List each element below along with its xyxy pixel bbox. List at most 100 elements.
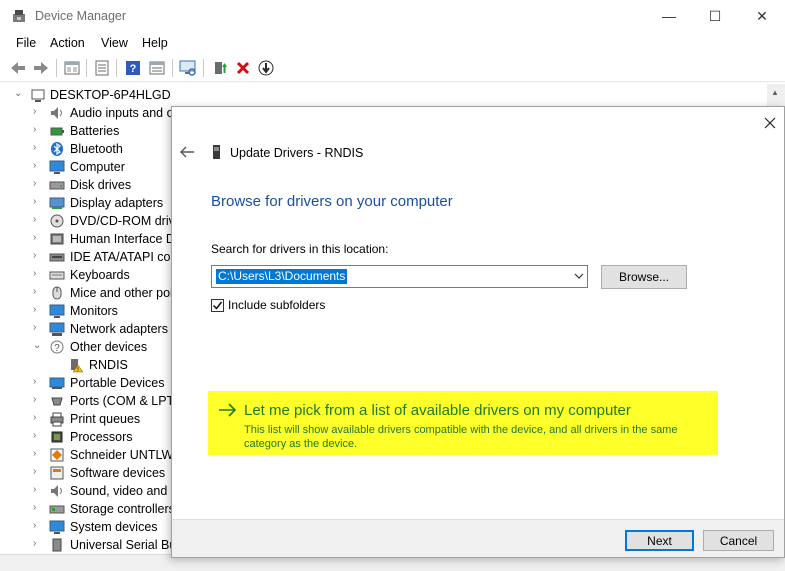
next-button[interactable]: Next [625, 530, 694, 551]
expand-chevron-icon[interactable]: › [33, 413, 43, 423]
tree-item[interactable]: › Processors [0, 428, 180, 446]
collapse-chevron-icon[interactable]: ⌄ [14, 89, 24, 99]
search-location-label: Search for drivers in this location: [211, 242, 389, 256]
tree-item[interactable]: › Mice and other poi [0, 284, 180, 302]
tree-item[interactable]: › Computer [0, 158, 180, 176]
tree-item[interactable]: › IDE ATA/ATAPI con [0, 248, 180, 266]
tree-item[interactable]: › Storage controllers [0, 500, 180, 518]
mouse-icon [52, 286, 62, 300]
tree-item[interactable]: › Network adapters [0, 320, 180, 338]
properties-icon[interactable] [93, 59, 111, 77]
expand-chevron-icon[interactable]: › [33, 449, 43, 459]
forward-icon[interactable] [32, 59, 50, 77]
expand-chevron-icon[interactable]: › [33, 179, 43, 189]
tree-item[interactable]: › Bluetooth [0, 140, 180, 158]
tree-item[interactable]: › System devices [0, 518, 180, 536]
monitor-icon [49, 304, 65, 318]
resources-view-icon[interactable] [148, 59, 166, 77]
printer-icon [50, 412, 64, 427]
device-tree: ⌄ DESKTOP-6P4HLGD › Audio inputs and o ›… [0, 84, 180, 554]
tree-item[interactable]: › Universal Serial Bus [0, 536, 180, 554]
expand-chevron-icon[interactable]: › [33, 503, 43, 513]
tree-item[interactable]: › Audio inputs and o [0, 104, 180, 122]
hid-icon [50, 233, 64, 245]
minimize-button[interactable]: — [646, 0, 692, 32]
expand-chevron-icon[interactable]: › [33, 485, 43, 495]
warning-device-icon: ! [71, 359, 84, 373]
tree-item[interactable]: › Print queues [0, 410, 180, 428]
expand-chevron-icon[interactable]: › [33, 305, 43, 315]
tree-item[interactable]: › Batteries [0, 122, 180, 140]
tree-item[interactable]: › Monitors [0, 302, 180, 320]
expand-chevron-icon[interactable]: › [33, 323, 43, 333]
expand-chevron-icon[interactable]: › [33, 233, 43, 243]
dialog-title: Update Drivers - RNDIS [230, 146, 364, 160]
expand-chevron-icon[interactable]: › [33, 251, 43, 261]
cancel-button[interactable]: Cancel [703, 530, 774, 551]
expand-chevron-icon[interactable]: › [33, 125, 43, 135]
chevron-down-icon[interactable] [574, 271, 584, 281]
expand-chevron-icon[interactable]: › [33, 197, 43, 207]
expand-chevron-icon[interactable]: › [33, 215, 43, 225]
expand-chevron-icon[interactable]: › [33, 269, 43, 279]
network-adapter-icon [49, 322, 65, 336]
driver-path-combobox[interactable]: C:\Users\L3\Documents [211, 265, 588, 288]
speaker-icon [51, 107, 62, 119]
tree-root[interactable]: ⌄ DESKTOP-6P4HLGD [0, 86, 180, 104]
back-arrow-icon[interactable] [178, 144, 196, 160]
scroll-up-arrow-icon[interactable]: ▲ [771, 88, 779, 97]
tree-item[interactable]: › Sound, video and g [0, 482, 180, 500]
tree-item[interactable]: › Disk drives [0, 176, 180, 194]
include-subfolders-checkbox[interactable] [211, 299, 224, 312]
expand-chevron-icon[interactable]: › [33, 161, 43, 171]
expand-chevron-icon[interactable]: › [33, 143, 43, 153]
expand-chevron-icon[interactable]: › [33, 431, 43, 441]
tree-item[interactable]: › Ports (COM & LPT) [0, 392, 180, 410]
tree-item[interactable]: › Portable Devices [0, 374, 180, 392]
menu-view[interactable]: View [101, 36, 128, 50]
expand-chevron-icon[interactable]: › [33, 395, 43, 405]
update-driver-icon[interactable] [211, 59, 229, 77]
pick-driver-option[interactable]: Let me pick from a list of available dri… [208, 391, 718, 455]
menu-help[interactable]: Help [142, 36, 168, 50]
schneider-icon [50, 448, 64, 462]
maximize-button[interactable]: ☐ [692, 0, 738, 32]
expand-chevron-icon[interactable]: › [33, 467, 43, 477]
tree-item[interactable]: › Human Interface D [0, 230, 180, 248]
close-window-button[interactable]: ✕ [739, 0, 785, 32]
tree-item[interactable]: › DVD/CD-ROM drive [0, 212, 180, 230]
back-icon[interactable] [9, 59, 27, 77]
expand-chevron-icon[interactable]: › [33, 539, 43, 549]
scan-hardware-icon[interactable] [179, 59, 197, 77]
close-icon [764, 117, 776, 129]
help-icon[interactable]: ? [124, 59, 142, 77]
enable-device-icon[interactable] [257, 59, 275, 77]
tree-item[interactable]: › Software devices [0, 464, 180, 482]
pick-driver-link[interactable]: Let me pick from a list of available dri… [244, 402, 631, 419]
tree-item[interactable]: › Display adapters [0, 194, 180, 212]
uninstall-device-icon[interactable] [234, 59, 252, 77]
expand-chevron-icon[interactable]: › [33, 107, 43, 117]
expand-chevron-icon[interactable]: › [33, 377, 43, 387]
browse-button[interactable]: Browse... [601, 265, 687, 289]
expand-chevron-icon[interactable]: › [33, 287, 43, 297]
processor-icon [51, 431, 63, 443]
menu-action[interactable]: Action [50, 36, 85, 50]
dialog-close-button[interactable] [760, 113, 780, 133]
dialog-footer: Next Cancel [172, 519, 784, 557]
other-devices-icon: ? [50, 340, 64, 354]
device-view-icon[interactable] [63, 59, 81, 77]
dvd-icon [50, 214, 64, 228]
bluetooth-icon [51, 142, 63, 156]
tree-item[interactable]: ⌄ ? Other devices [0, 338, 180, 356]
tree-item[interactable]: › Schneider UNTLW D [0, 446, 180, 464]
tree-item[interactable]: › Keyboards [0, 266, 180, 284]
collapse-chevron-icon[interactable]: ⌄ [33, 341, 43, 351]
tree-item-selected[interactable]: ! RNDIS [0, 356, 180, 374]
expand-chevron-icon[interactable]: › [33, 521, 43, 531]
toolbar: ? [0, 54, 785, 82]
driver-path-value: C:\Users\L3\Documents [216, 269, 348, 284]
system-device-icon [49, 520, 65, 534]
menu-file[interactable]: File [16, 36, 36, 50]
include-subfolders-label[interactable]: Include subfolders [228, 298, 325, 312]
